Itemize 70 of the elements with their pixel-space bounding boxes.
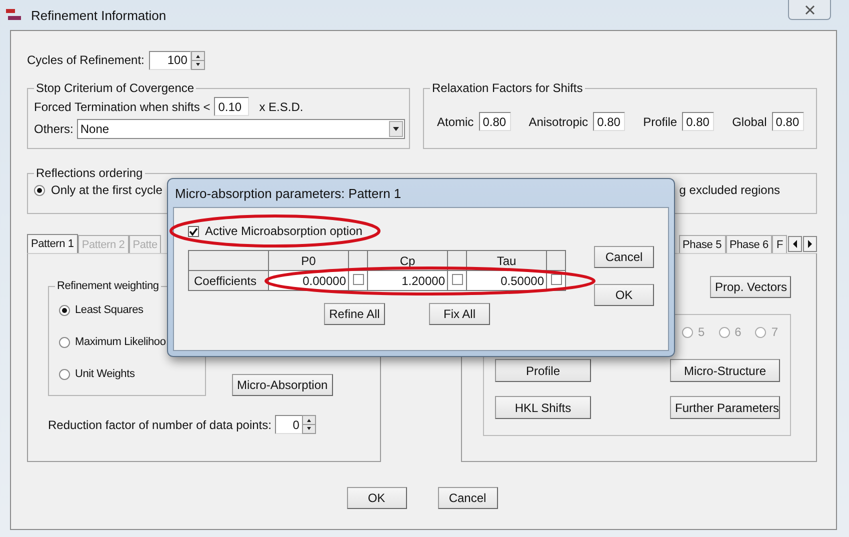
others-dropdown[interactable]: None (77, 118, 405, 138)
radio-button[interactable] (59, 368, 70, 380)
group-title: Stop Criterium of Covergence (35, 81, 196, 95)
field-label: Anisotropic (528, 114, 588, 128)
row-header: Coefficients (188, 270, 268, 290)
radio-button[interactable] (59, 336, 70, 348)
group-title: Reflections ordering (35, 166, 144, 180)
scroll-left-icon[interactable] (788, 236, 802, 252)
group-title: Relaxation Factors for Shifts (431, 81, 584, 95)
pattern-tab[interactable]: Pattern 1 (27, 234, 78, 253)
radio-button[interactable] (59, 304, 70, 316)
radio-button[interactable] (34, 184, 45, 196)
phase-button[interactable]: Profile (495, 359, 591, 382)
micro-absorption-button[interactable]: Micro-Absorption (232, 374, 333, 396)
factor-field[interactable]: 0.80 (593, 112, 626, 131)
radio-label: 6 (734, 325, 742, 339)
group-title: Refinement weighting (56, 280, 160, 292)
checkbox-label: Active Microabsorption option (205, 224, 362, 238)
radio-button[interactable] (755, 326, 766, 338)
cycles-field[interactable]: 100 (149, 50, 192, 70)
value-cell[interactable]: 1.20000 (368, 270, 448, 290)
checkbox[interactable] (352, 274, 364, 284)
factor-field[interactable]: 0.80 (772, 112, 804, 131)
dialog-button[interactable]: OK (594, 284, 654, 306)
reduction-label: Reduction factor of number of data points: (48, 418, 272, 432)
prop-vectors-button[interactable]: Prop. Vectors (710, 276, 791, 298)
close-button[interactable] (788, 0, 831, 20)
checkbox[interactable] (550, 274, 562, 284)
radio-label: 7 (771, 325, 778, 339)
radio-label: 5 (698, 325, 705, 339)
phase-button[interactable]: Micro-Structure (670, 359, 780, 382)
factor-field[interactable]: 0.80 (478, 112, 511, 131)
phase-tab[interactable]: F (772, 235, 787, 253)
phase-tab[interactable]: Phase 5 (678, 235, 726, 253)
radio-label: Least Squares (75, 304, 144, 316)
phase-button[interactable]: HKL Shifts (495, 396, 591, 419)
radio-label: Only at the first cycle (51, 183, 162, 197)
table-button[interactable]: Fix All (429, 303, 490, 325)
app-logo-icon (5, 8, 23, 22)
value-cell[interactable]: 0.50000 (466, 270, 546, 290)
dialog-button[interactable]: OK (346, 487, 406, 509)
phase-tab[interactable]: Phase 6 (726, 235, 772, 253)
radio-label: Maximum Likelihoo (75, 336, 166, 348)
reduction-field[interactable]: 0 (275, 415, 304, 434)
window-title: Refinement Information (31, 8, 166, 22)
unit-label: x E.S.D. (259, 100, 304, 114)
field-label: Profile (643, 114, 678, 128)
shift-field[interactable]: 0.10 (214, 97, 250, 116)
checkbox[interactable] (188, 226, 199, 236)
field-label: Forced Termination when shifts < (34, 100, 210, 114)
dialog-button[interactable]: Cancel (594, 246, 654, 268)
cycles-label: Cycles of Refinement: (27, 53, 144, 67)
dialog-button[interactable]: Cancel (438, 487, 498, 509)
dialog-title: Micro-absorption parameters: Pattern 1 (174, 184, 402, 203)
scroll-right-icon[interactable] (803, 236, 817, 252)
phase-button[interactable]: Further Parameters (670, 396, 780, 419)
field-label: Others: (34, 122, 74, 136)
factor-field[interactable]: 0.80 (682, 112, 714, 131)
option-label: g excluded regions (679, 183, 780, 197)
field-label: Global (732, 114, 767, 128)
column-header: P0 (268, 250, 348, 270)
table-button[interactable]: Refine All (324, 303, 385, 325)
radio-button[interactable] (718, 326, 730, 338)
field-label: Atomic (437, 114, 474, 128)
radio-label: Unit Weights (75, 368, 135, 380)
checkbox[interactable] (452, 274, 462, 284)
spin-button[interactable] (302, 415, 316, 434)
close-icon (804, 4, 816, 14)
radio-button[interactable] (682, 326, 693, 338)
spin-button[interactable] (191, 50, 206, 70)
